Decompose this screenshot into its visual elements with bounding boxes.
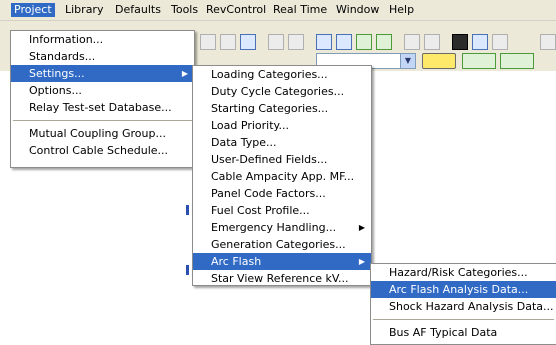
menu-item-arc-flash-analysis-data[interactable]: Arc Flash Analysis Data... [371,281,556,298]
menu-item-options[interactable]: Options... [11,82,194,99]
chevron-right-icon: ▶ [358,257,365,266]
chevron-down-icon[interactable]: ▼ [400,54,415,68]
menu-item-data-type[interactable]: Data Type... [193,134,371,151]
toggle-icon[interactable] [336,34,352,50]
menu-item-label: Cable Ampacity App. MF... [211,170,355,183]
menu-item-label: Generation Categories... [211,238,346,251]
menu-item-label: Starting Categories... [211,102,329,115]
menu-item-label: Panel Code Factors... [211,187,326,200]
menu-item-hazard-risk-categories[interactable]: Hazard/Risk Categories... [371,264,556,281]
menu-item-label: Shock Hazard Analysis Data... [389,300,554,313]
edit-icon[interactable] [376,34,392,50]
menu-item-generation-categories[interactable]: Generation Categories... [193,236,371,253]
menu-item-label: Settings... [29,67,85,80]
menu-window[interactable]: Window [333,3,382,17]
menu-item-label: Relay Test-set Database... [29,101,172,114]
menu-project[interactable]: Project [11,3,55,17]
transformer-icon[interactable] [500,53,534,69]
menu-item-label: Standards... [29,50,96,63]
undo-icon[interactable] [268,34,284,50]
zoom-fit-icon[interactable] [240,34,256,50]
canvas-marker [186,205,189,215]
menu-item-label: Information... [29,33,104,46]
menu-tools[interactable]: Tools [168,3,201,17]
menu-item-user-defined-fields[interactable]: User-Defined Fields... [193,151,371,168]
menu-revcontrol[interactable]: RevControl [203,3,269,17]
grid-icon[interactable] [316,34,332,50]
menu-item-label: Duty Cycle Categories... [211,85,345,98]
menu-item-label: Options... [29,84,82,97]
menu-item-arc-flash[interactable]: Arc Flash ▶ [193,253,371,270]
highlight-tool-icon[interactable] [422,53,456,69]
menu-bar: Project Library Defaults Tools RevContro… [0,0,556,21]
menu-item-relay-test-set-database[interactable]: Relay Test-set Database... [11,99,194,116]
canvas-marker [186,265,189,275]
chevron-right-icon: ▶ [358,223,365,232]
settings-submenu: Loading Categories... Duty Cycle Categor… [192,65,372,286]
menu-item-label: Bus AF Typical Data [389,326,498,339]
misc-icon[interactable] [540,34,556,50]
menu-library[interactable]: Library [62,3,106,17]
printer-icon[interactable] [492,34,508,50]
connector-icon[interactable] [462,53,496,69]
menu-item-information[interactable]: Information... [11,31,194,48]
menu-item-standards[interactable]: Standards... [11,48,194,65]
menu-item-star-view-reference-kv[interactable]: Star View Reference kV... [193,270,371,287]
menu-item-label: Load Priority... [211,119,289,132]
menu-item-shock-hazard-analysis-data[interactable]: Shock Hazard Analysis Data... [371,298,556,315]
menu-item-label: Emergency Handling... [211,221,337,234]
menu-item-label: Star View Reference kV... [211,272,349,285]
menu-item-label: Hazard/Risk Categories... [389,266,528,279]
menu-item-mutual-coupling-group[interactable]: Mutual Coupling Group... [11,125,194,142]
chevron-right-icon: ▶ [181,69,188,78]
menu-help[interactable]: Help [386,3,417,17]
menu-item-load-priority[interactable]: Load Priority... [193,117,371,134]
menu-item-label: Data Type... [211,136,277,149]
menu-separator [13,120,192,121]
person-icon[interactable] [452,34,468,50]
menu-item-label: Arc Flash Analysis Data... [389,283,529,296]
drive-icon[interactable] [404,34,420,50]
print-icon[interactable] [424,34,440,50]
menu-item-panel-code-factors[interactable]: Panel Code Factors... [193,185,371,202]
menu-item-fuel-cost-profile[interactable]: Fuel Cost Profile... [193,202,371,219]
arc-flash-submenu: Hazard/Risk Categories... Arc Flash Anal… [370,263,556,345]
zoom-out-icon[interactable] [220,34,236,50]
menu-item-starting-categories[interactable]: Starting Categories... [193,100,371,117]
menu-item-settings[interactable]: Settings... ▶ [11,65,194,82]
menu-item-label: Mutual Coupling Group... [29,127,166,140]
menu-separator [373,319,554,320]
menu-item-duty-cycle-categories[interactable]: Duty Cycle Categories... [193,83,371,100]
zoom-in-icon[interactable] [200,34,216,50]
layout-icon[interactable] [356,34,372,50]
redo-icon[interactable] [288,34,304,50]
menu-real-time[interactable]: Real Time [270,3,330,17]
menu-item-label: User-Defined Fields... [211,153,328,166]
project-menu: Information... Standards... Settings... ▶… [10,30,195,168]
menu-item-control-cable-schedule[interactable]: Control Cable Schedule... [11,142,194,159]
menu-item-cable-ampacity[interactable]: Cable Ampacity App. MF... [193,168,371,185]
menu-item-label: Control Cable Schedule... [29,144,169,157]
menu-item-bus-af-typical-data[interactable]: Bus AF Typical Data [371,324,556,341]
menu-item-label: Arc Flash [211,255,262,268]
menu-item-loading-categories[interactable]: Loading Categories... [193,66,371,83]
window-icon[interactable] [472,34,488,50]
menu-item-label: Fuel Cost Profile... [211,204,310,217]
menu-defaults[interactable]: Defaults [112,3,164,17]
menu-item-emergency-handling[interactable]: Emergency Handling... ▶ [193,219,371,236]
menu-item-label: Loading Categories... [211,68,328,81]
